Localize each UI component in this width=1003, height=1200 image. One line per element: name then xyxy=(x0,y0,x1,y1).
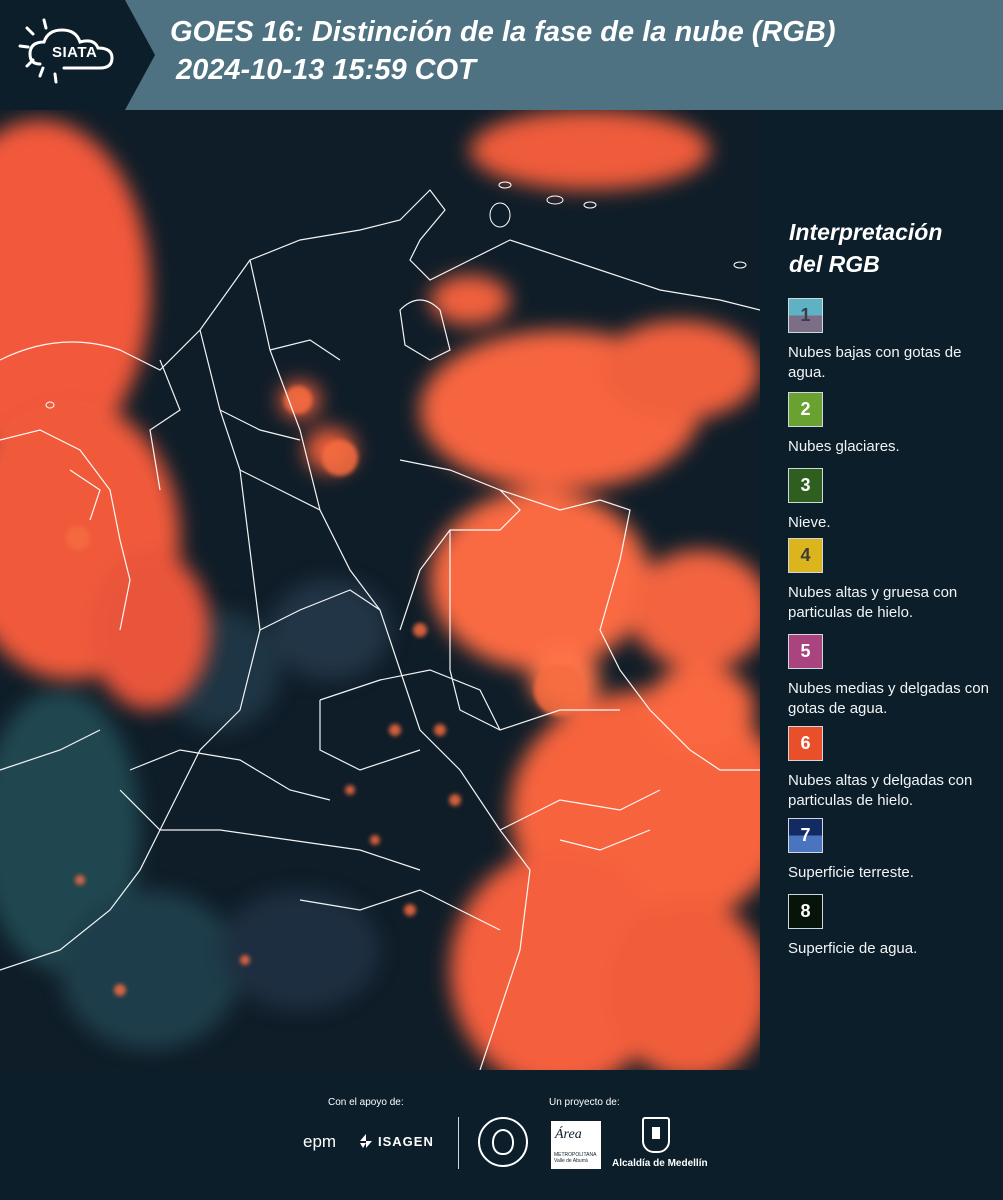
legend-text-7: Superficie terreste. xyxy=(788,864,914,881)
legend-swatch-5: 5 xyxy=(788,634,823,669)
legend-title-line1: Interpretación xyxy=(789,219,943,245)
page-timestamp: 2024-10-13 15:59 COT xyxy=(176,54,476,86)
siata-logo-text: SIATA xyxy=(52,44,98,61)
legend-text-5: Nubes medias y delgadas con gotas de agu… xyxy=(788,680,989,717)
legend-title-line2: del RGB xyxy=(789,251,880,277)
legend-text-4: Nubes altas y gruesa con particulas de h… xyxy=(788,584,958,621)
area-logo-subtext: METROPOLITANA Valle de Aburrá xyxy=(554,1152,597,1164)
legend-swatch-7: 7 xyxy=(788,818,823,853)
alcaldia-logo-text: Alcaldía de Medellín xyxy=(612,1158,708,1169)
legend-text-2: Nubes glaciares. xyxy=(788,438,900,455)
legend-text-1: Nubes bajas con gotas de agua. xyxy=(788,344,962,381)
legend-text-8: Superficie de agua. xyxy=(788,940,918,957)
seal-shield-icon xyxy=(492,1129,514,1155)
rgb-legend-panel: Interpretación del RGB 1 Nubes bajas con… xyxy=(762,110,1003,1070)
legend-swatch-8: 8 xyxy=(788,894,823,929)
legend-swatch-6: 6 xyxy=(788,726,823,761)
legend-swatch-1: 1 xyxy=(788,298,823,333)
project-label: Un proyecto de: xyxy=(549,1097,620,1108)
footer-divider xyxy=(458,1117,459,1169)
siata-logo: SIATA xyxy=(0,0,155,110)
government-seal-logo xyxy=(478,1117,528,1167)
epm-logo: epm xyxy=(303,1132,337,1151)
support-label: Con el apoyo de: xyxy=(328,1097,404,1108)
footer: Con el apoyo de: Un proyecto de: epm ISA… xyxy=(0,1070,1003,1200)
area-metropolitana-logo: Área METROPOLITANA Valle de Aburrá xyxy=(551,1121,601,1169)
legend-title: Interpretación del RGB xyxy=(789,216,942,280)
legend-text-6: Nubes altas y delgadas con particulas de… xyxy=(788,772,973,809)
legend-text-3: Nieve. xyxy=(788,514,831,531)
legend-swatch-3: 3 xyxy=(788,468,823,503)
satellite-image-map xyxy=(0,110,760,1070)
legend-swatch-4: 4 xyxy=(788,538,823,573)
area-logo-text: Área xyxy=(555,1127,582,1142)
legend-swatch-2: 2 xyxy=(788,392,823,427)
isagen-logo-mark xyxy=(360,1134,372,1148)
alcaldia-crest-icon xyxy=(642,1117,670,1153)
isagen-logo-text: ISAGEN xyxy=(378,1134,434,1149)
header-bar: SIATA GOES 16: Distinción de la fase de … xyxy=(0,0,1003,110)
page-title: GOES 16: Distinción de la fase de la nub… xyxy=(170,16,836,48)
